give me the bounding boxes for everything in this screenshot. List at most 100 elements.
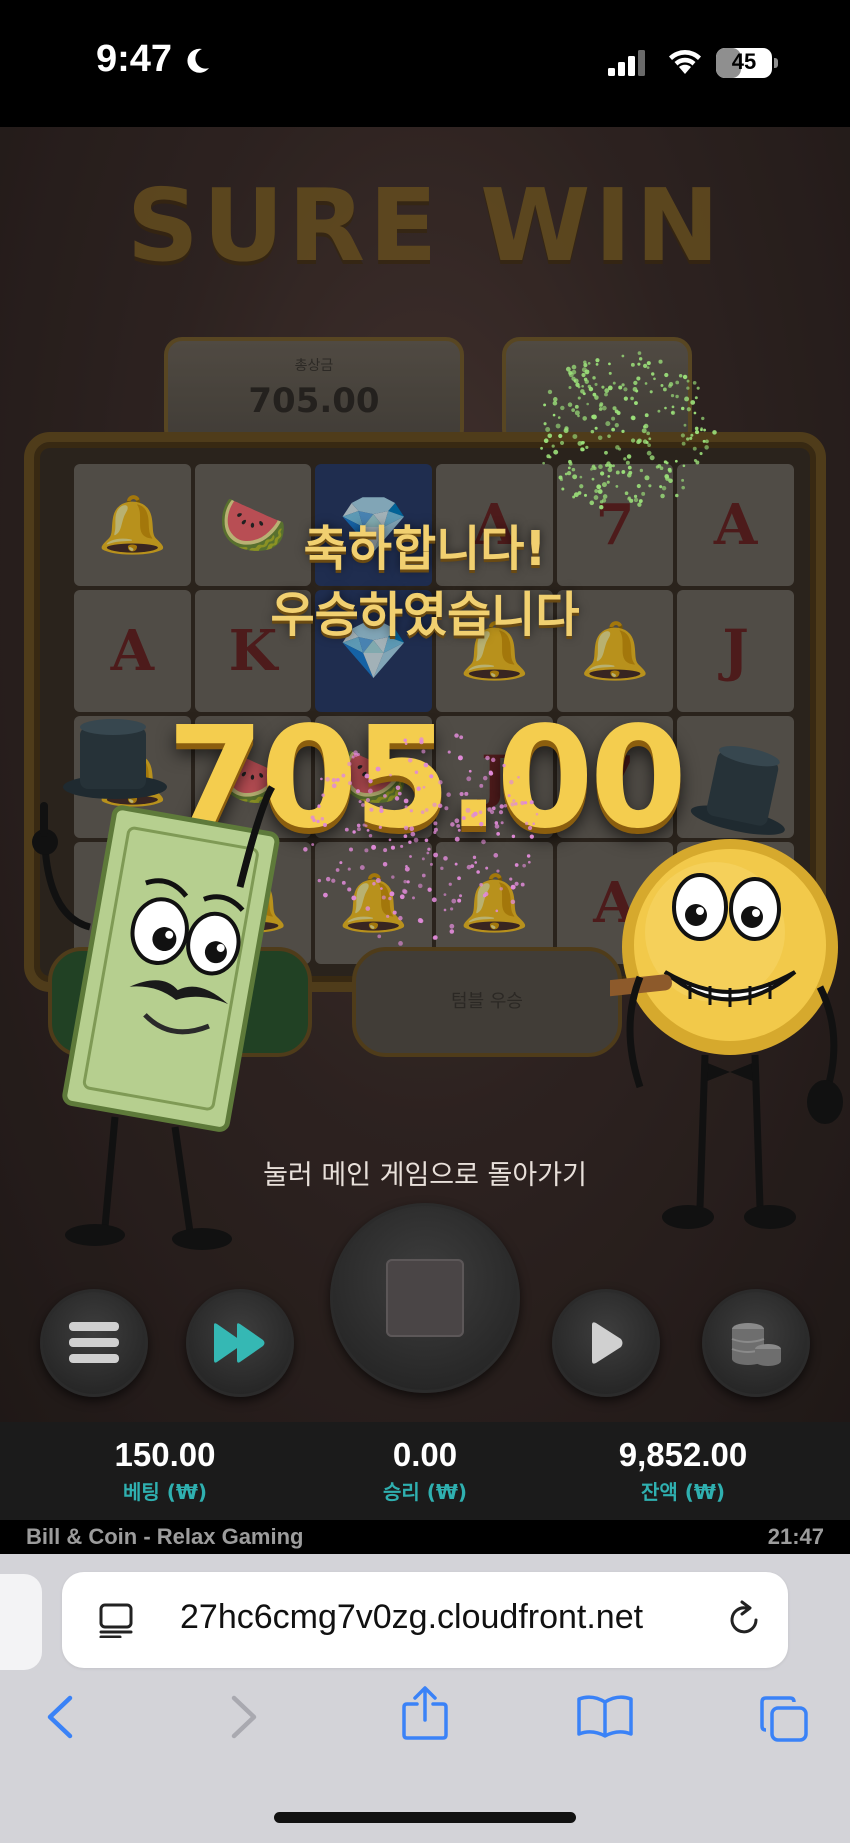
firework-spark (356, 827, 361, 832)
firework-spark (636, 483, 641, 489)
firework-spark (466, 776, 472, 782)
firework-spark (552, 413, 556, 417)
firework-spark (581, 448, 585, 452)
firework-spark (395, 785, 401, 791)
firework-spark (512, 799, 516, 803)
firework-spark (579, 475, 583, 479)
address-bar[interactable]: 27hc6cmg7v0zg.cloudfront.net (62, 1572, 788, 1668)
firework-spark (552, 400, 558, 406)
firework-spark (577, 396, 581, 400)
firework-spark (699, 451, 703, 456)
firework-spark (443, 893, 447, 896)
firework-spark (701, 416, 705, 421)
share-icon[interactable] (400, 1686, 450, 1740)
firework-spark (614, 409, 619, 414)
firework-spark (498, 810, 504, 815)
firework-spark (589, 500, 595, 506)
firework-spark (451, 898, 457, 904)
firework-spark (649, 390, 653, 394)
firework-spark (643, 425, 647, 429)
firework-spark (599, 471, 605, 476)
firework-spark (630, 396, 634, 401)
firework-spark (381, 895, 386, 900)
return-to-main-game-hint[interactable]: 눌러 메인 게임으로 돌아가기 (0, 1153, 850, 1192)
forward-icon[interactable] (228, 1694, 260, 1740)
moon-icon (187, 48, 209, 73)
firework-spark (427, 847, 431, 851)
firework-spark (547, 433, 553, 439)
firework-spark (686, 379, 690, 383)
signal-icon (608, 50, 645, 76)
firework-spark (628, 470, 633, 475)
firework-spark (520, 801, 525, 806)
reload-icon[interactable] (726, 1600, 762, 1638)
bookmarks-icon[interactable] (576, 1694, 634, 1740)
firework-spark (514, 881, 519, 886)
firework-spark (380, 887, 383, 890)
firework-spark (686, 437, 690, 441)
firework-spark (637, 362, 641, 366)
game-clock: 21:47 (767, 1524, 824, 1549)
url-text[interactable]: 27hc6cmg7v0zg.cloudfront.net (180, 1598, 643, 1637)
firework-spark (583, 363, 588, 368)
firework-spark (490, 757, 496, 763)
firework-spark (659, 485, 663, 489)
firework-spark (400, 844, 404, 848)
firework-spark (514, 802, 518, 806)
firework-spark (638, 499, 643, 503)
firework-spark (694, 396, 698, 400)
firework-spark (585, 445, 589, 449)
bet-coins-button[interactable] (702, 1289, 810, 1397)
firework-spark (591, 414, 596, 419)
firework-spark (671, 411, 674, 414)
firework-spark (675, 394, 679, 399)
firework-spark (427, 887, 432, 892)
firework-spark (612, 464, 615, 468)
firework-spark (402, 889, 408, 895)
stop-button[interactable] (330, 1203, 520, 1393)
previous-tab-peek[interactable] (0, 1574, 42, 1670)
firework-spark (349, 847, 354, 852)
firework-spark (571, 364, 577, 370)
firework-spark (621, 354, 625, 358)
firework-spark (454, 862, 458, 866)
firework-spark (637, 502, 642, 507)
firework-spark (567, 466, 571, 470)
firework-spark (496, 832, 500, 836)
bet-stat[interactable]: 150.00 베팅 (₩) (45, 1436, 285, 1505)
autoplay-button[interactable] (552, 1289, 660, 1397)
firework-spark (404, 866, 410, 872)
firework-spark (623, 457, 627, 461)
firework-spark (421, 873, 426, 878)
firework-spark (681, 478, 685, 482)
firework-spark (662, 387, 667, 392)
firework-spark (379, 808, 384, 813)
back-icon[interactable] (44, 1694, 76, 1740)
menu-button[interactable] (40, 1289, 148, 1397)
firework-spark (694, 430, 700, 435)
firework-spark (443, 856, 448, 861)
firework-spark (358, 800, 362, 804)
firework-spark (403, 879, 407, 884)
play-icon (592, 1322, 623, 1364)
home-indicator[interactable] (274, 1812, 576, 1823)
firework-spark (443, 908, 447, 912)
firework-spark (675, 493, 679, 498)
page-menu-icon[interactable] (98, 1602, 134, 1638)
firework-spark (461, 816, 466, 820)
menu-icon (69, 1322, 119, 1363)
firework-spark (454, 836, 460, 842)
status-time: 9:47 (96, 38, 173, 80)
firework-green (540, 351, 717, 510)
tabs-icon[interactable] (758, 1694, 810, 1744)
firework-spark (398, 915, 403, 921)
firework-spark (648, 484, 652, 488)
firework-spark (592, 392, 597, 397)
game-area[interactable]: SURE WIN 총상금 705.00 🔔🍉💎A7AAK💎🔔🔔J🔔🍉🍉J7JK🔔… (0, 127, 850, 1422)
turbo-button[interactable] (186, 1289, 294, 1397)
firework-spark (409, 826, 415, 832)
firework-spark (339, 861, 343, 865)
firework-spark (558, 433, 563, 439)
firework-spark (369, 807, 374, 812)
battery-icon: 45 (716, 48, 778, 78)
